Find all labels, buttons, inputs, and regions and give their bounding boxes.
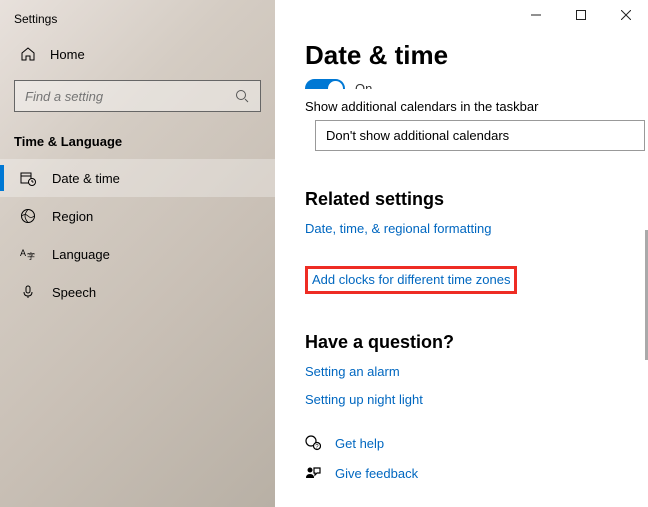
toggle-switch[interactable] [305, 79, 345, 89]
nav-label: Speech [52, 285, 96, 300]
sidebar: Settings Home Time & Language Date & tim… [0, 0, 275, 507]
close-button[interactable] [603, 0, 648, 30]
link-night-light[interactable]: Setting up night light [305, 392, 423, 407]
maximize-button[interactable] [558, 0, 603, 30]
home-nav[interactable]: Home [0, 38, 275, 70]
sidebar-item-speech[interactable]: Speech [0, 273, 275, 311]
link-give-feedback[interactable]: Give feedback [335, 466, 418, 481]
partial-toggle-row: On [305, 79, 618, 89]
search-icon [234, 88, 250, 104]
feedback-icon [305, 465, 321, 481]
highlight-box: Add clocks for different time zones [305, 266, 517, 294]
give-feedback-row[interactable]: Give feedback [305, 465, 618, 481]
link-get-help[interactable]: Get help [335, 436, 384, 451]
home-label: Home [50, 47, 85, 62]
main-content: Date & time On Show additional calendars… [275, 0, 648, 507]
additional-calendars-label: Show additional calendars in the taskbar [305, 99, 618, 114]
sidebar-item-date-time[interactable]: Date & time [0, 159, 275, 197]
help-icon: ? [305, 435, 321, 451]
nav-label: Region [52, 209, 93, 224]
nav-label: Date & time [52, 171, 120, 186]
page-title: Date & time [305, 40, 618, 71]
category-heading: Time & Language [0, 130, 275, 159]
related-settings-heading: Related settings [305, 189, 618, 210]
svg-text:A: A [20, 248, 26, 258]
sidebar-item-region[interactable]: Region [0, 197, 275, 235]
link-date-time-formatting[interactable]: Date, time, & regional formatting [305, 221, 491, 236]
home-icon [20, 46, 36, 62]
have-a-question-heading: Have a question? [305, 332, 618, 353]
window-controls [513, 0, 648, 30]
toggle-state: On [355, 81, 372, 89]
nav-label: Language [52, 247, 110, 262]
app-title: Settings [0, 10, 275, 38]
svg-text:字: 字 [27, 251, 35, 261]
link-setting-alarm[interactable]: Setting an alarm [305, 364, 400, 379]
language-icon: A字 [20, 246, 36, 262]
get-help-row[interactable]: ? Get help [305, 435, 618, 451]
link-add-clocks[interactable]: Add clocks for different time zones [312, 272, 510, 287]
additional-calendars-dropdown[interactable]: Don't show additional calendars [315, 120, 645, 151]
microphone-icon [20, 284, 36, 300]
search-field[interactable] [25, 89, 234, 104]
calendar-clock-icon [20, 170, 36, 186]
globe-icon [20, 208, 36, 224]
sidebar-item-language[interactable]: A字 Language [0, 235, 275, 273]
search-input[interactable] [14, 80, 261, 112]
minimize-button[interactable] [513, 0, 558, 30]
